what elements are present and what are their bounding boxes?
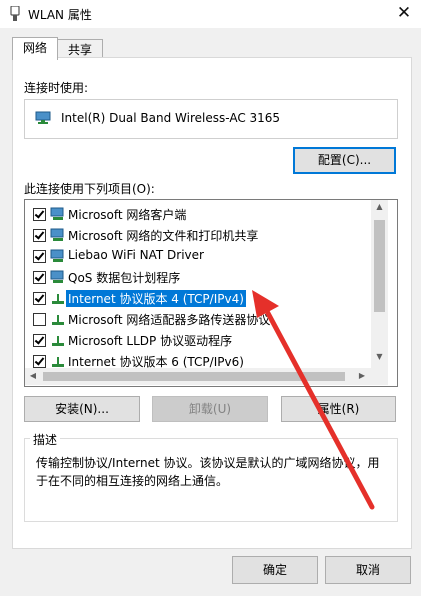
checkbox[interactable] — [33, 355, 46, 368]
network-service-icon — [50, 228, 64, 241]
uninstall-button[interactable]: 卸载(U) — [152, 396, 268, 422]
network-service-icon — [50, 249, 64, 262]
scroll-up-icon[interactable]: ▲ — [371, 202, 388, 211]
scroll-left-icon[interactable]: ◀ — [28, 371, 38, 380]
close-icon[interactable]: ✕ — [392, 2, 416, 24]
components-list[interactable]: Microsoft 网络客户端 Microsoft 网络的文件和打印机共享 Li… — [24, 199, 398, 387]
scroll-thumb-horizontal[interactable] — [43, 372, 345, 381]
checkbox[interactable] — [33, 292, 46, 305]
configure-button[interactable]: 配置(C)... — [293, 147, 396, 174]
cancel-button[interactable]: 取消 — [325, 556, 411, 584]
adapter-box: Intel(R) Dual Band Wireless-AC 3165 — [24, 99, 398, 139]
description-title: 描述 — [30, 431, 61, 448]
list-item-label: Microsoft LLDP 协议驱动程序 — [68, 334, 233, 348]
scroll-down-icon[interactable]: ▼ — [371, 352, 388, 361]
protocol-icon — [52, 294, 64, 304]
checkbox[interactable] — [33, 271, 46, 284]
network-client-icon — [50, 207, 64, 220]
list-item[interactable]: Microsoft 网络客户端 — [25, 204, 375, 224]
ok-button[interactable]: 确定 — [232, 556, 318, 584]
list-item-label: Microsoft 网络客户端 — [68, 208, 187, 222]
network-adapter-icon — [35, 111, 51, 124]
list-item-label: Microsoft 网络的文件和打印机共享 — [68, 229, 259, 243]
list-item[interactable]: Microsoft 网络适配器多路传送器协议 — [25, 309, 375, 329]
checkbox[interactable] — [33, 313, 46, 326]
checkbox[interactable] — [33, 250, 46, 263]
list-item-label: Liebao WiFi NAT Driver — [68, 248, 204, 262]
tab-network[interactable]: 网络 — [12, 37, 58, 60]
protocol-icon — [52, 357, 64, 367]
checkbox[interactable] — [33, 334, 46, 347]
window-title: WLAN 属性 — [28, 8, 92, 22]
title-bar: WLAN 属性 ✕ — [0, 0, 421, 28]
connect-using-label: 连接时使用: — [24, 81, 89, 95]
scroll-corner — [371, 368, 388, 385]
list-item[interactable]: Microsoft LLDP 协议驱动程序 — [25, 330, 375, 350]
list-item-label: QoS 数据包计划程序 — [68, 271, 181, 285]
scroll-thumb[interactable] — [374, 220, 385, 312]
checkbox[interactable] — [33, 208, 46, 221]
list-item[interactable]: Microsoft 网络的文件和打印机共享 — [25, 225, 375, 245]
vertical-scrollbar[interactable]: ▲ ▼ — [371, 200, 388, 368]
list-item-selected[interactable]: Internet 协议版本 4 (TCP/IPv4) — [25, 288, 375, 308]
properties-button[interactable]: 属性(R) — [281, 396, 396, 422]
list-item[interactable]: Liebao WiFi NAT Driver — [25, 246, 375, 266]
horizontal-scrollbar[interactable]: ◀ ▶ — [25, 368, 371, 385]
list-item-label: Microsoft 网络适配器多路传送器协议 — [68, 313, 271, 327]
checkbox[interactable] — [33, 229, 46, 242]
items-label: 此连接使用下列项目(O): — [24, 182, 155, 196]
description-text: 传输控制协议/Internet 协议。该协议是默认的广域网络协议，用于在不同的相… — [36, 456, 380, 488]
adapter-name: Intel(R) Dual Band Wireless-AC 3165 — [61, 111, 281, 125]
network-service-icon — [50, 270, 64, 283]
protocol-icon — [52, 315, 64, 325]
scroll-right-icon[interactable]: ▶ — [357, 371, 367, 380]
list-item-label: Internet 协议版本 4 (TCP/IPv4) — [65, 289, 247, 308]
install-button[interactable]: 安装(N)... — [24, 396, 140, 422]
wlan-adapter-icon — [10, 6, 20, 21]
list-item[interactable]: QoS 数据包计划程序 — [25, 267, 375, 287]
protocol-icon — [52, 336, 64, 346]
